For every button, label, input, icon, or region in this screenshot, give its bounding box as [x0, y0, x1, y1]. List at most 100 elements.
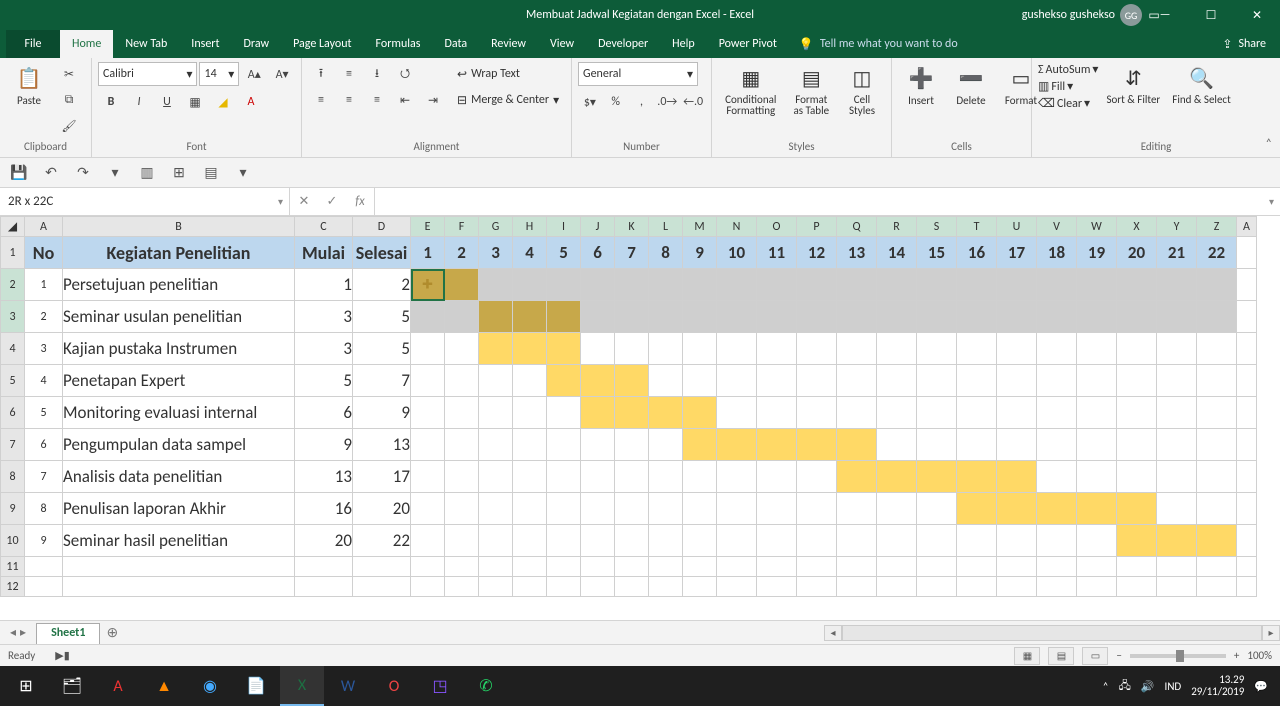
- cell[interactable]: [353, 577, 411, 597]
- column-header[interactable]: I: [547, 217, 581, 237]
- cell[interactable]: [445, 557, 479, 577]
- cell[interactable]: [445, 577, 479, 597]
- cell[interactable]: [615, 333, 649, 365]
- chevron-down-icon[interactable]: ▾: [278, 195, 283, 208]
- cell[interactable]: [295, 577, 353, 597]
- minimize-button[interactable]: —: [1142, 0, 1188, 30]
- zoom-slider[interactable]: [1130, 654, 1226, 658]
- align-right-button[interactable]: ≡: [364, 88, 390, 112]
- cell[interactable]: [581, 365, 615, 397]
- cell[interactable]: [877, 429, 917, 461]
- cell[interactable]: [1237, 333, 1257, 365]
- cell[interactable]: [649, 333, 683, 365]
- cell[interactable]: [649, 397, 683, 429]
- cell[interactable]: [717, 461, 757, 493]
- cell[interactable]: [917, 365, 957, 397]
- cell[interactable]: [513, 493, 547, 525]
- cell[interactable]: [837, 557, 877, 577]
- cell[interactable]: [717, 365, 757, 397]
- cell[interactable]: [997, 269, 1037, 301]
- page-layout-view-button[interactable]: ▤: [1048, 647, 1074, 665]
- cell[interactable]: Pengumpulan data sampel: [63, 429, 295, 461]
- cell[interactable]: [1117, 577, 1157, 597]
- cell[interactable]: [63, 577, 295, 597]
- cell[interactable]: [411, 301, 445, 333]
- sheet-tab[interactable]: Sheet1: [36, 623, 100, 644]
- action-center-icon[interactable]: 💬: [1254, 680, 1268, 693]
- cell[interactable]: [997, 429, 1037, 461]
- cell[interactable]: [1157, 301, 1197, 333]
- cell[interactable]: [1157, 557, 1197, 577]
- cell[interactable]: [997, 397, 1037, 429]
- cut-button[interactable]: ✂: [56, 62, 82, 86]
- cell[interactable]: [877, 577, 917, 597]
- tray-volume-icon[interactable]: 🔊: [1141, 680, 1155, 693]
- cell[interactable]: [615, 301, 649, 333]
- cell[interactable]: [547, 301, 581, 333]
- delete-cells-button[interactable]: ➖Delete: [948, 62, 994, 140]
- cell[interactable]: [917, 269, 957, 301]
- cell[interactable]: [445, 525, 479, 557]
- cell[interactable]: 8: [649, 237, 683, 269]
- tab-data[interactable]: Data: [432, 30, 479, 58]
- cell[interactable]: [615, 557, 649, 577]
- insert-cells-button[interactable]: ➕Insert: [898, 62, 944, 140]
- cell[interactable]: [1077, 429, 1117, 461]
- cell[interactable]: [581, 429, 615, 461]
- clear-button[interactable]: ⌫Clear▾: [1038, 96, 1098, 111]
- cell[interactable]: [1237, 493, 1257, 525]
- cell[interactable]: [581, 333, 615, 365]
- cell[interactable]: [649, 525, 683, 557]
- cell[interactable]: [797, 557, 837, 577]
- cell[interactable]: [1237, 269, 1257, 301]
- cell[interactable]: [411, 461, 445, 493]
- cell[interactable]: [445, 269, 479, 301]
- cell[interactable]: [513, 525, 547, 557]
- align-top-button[interactable]: ⭱: [308, 62, 334, 86]
- cell[interactable]: 1: [295, 269, 353, 301]
- cell[interactable]: [997, 333, 1037, 365]
- cell[interactable]: [1197, 333, 1237, 365]
- cell[interactable]: [547, 557, 581, 577]
- cell[interactable]: [757, 301, 797, 333]
- cell[interactable]: [797, 269, 837, 301]
- format-as-table-button[interactable]: ▤Format as Table: [788, 62, 835, 140]
- cell[interactable]: [837, 493, 877, 525]
- column-header[interactable]: Y: [1157, 217, 1197, 237]
- maximize-button[interactable]: ☐: [1188, 0, 1234, 30]
- cell[interactable]: [513, 429, 547, 461]
- orientation-button[interactable]: ⭯: [392, 62, 418, 86]
- align-middle-button[interactable]: ≡: [336, 62, 362, 86]
- save-button[interactable]: 💾: [8, 162, 30, 184]
- close-button[interactable]: ✕: [1234, 0, 1280, 30]
- cell[interactable]: [1037, 493, 1077, 525]
- tab-file[interactable]: File: [6, 30, 60, 58]
- tab-view[interactable]: View: [538, 30, 586, 58]
- row-header[interactable]: 10: [1, 525, 25, 557]
- cell[interactable]: Penulisan laporan Akhir: [63, 493, 295, 525]
- cell[interactable]: Kegiatan Penelitian: [63, 237, 295, 269]
- cell[interactable]: 13: [353, 429, 411, 461]
- font-size-combo[interactable]: 14▾: [199, 62, 239, 86]
- cell[interactable]: [1117, 557, 1157, 577]
- hscroll-track[interactable]: [842, 625, 1262, 641]
- name-box[interactable]: ▾: [0, 188, 290, 215]
- column-header[interactable]: L: [649, 217, 683, 237]
- cell[interactable]: [1237, 525, 1257, 557]
- cell[interactable]: [797, 577, 837, 597]
- cell[interactable]: [957, 493, 997, 525]
- cell[interactable]: [797, 429, 837, 461]
- cell[interactable]: [797, 493, 837, 525]
- cell[interactable]: [1117, 397, 1157, 429]
- cell[interactable]: [1197, 397, 1237, 429]
- cell[interactable]: [757, 333, 797, 365]
- cell[interactable]: [1077, 577, 1117, 597]
- share-button[interactable]: ⇪ Share: [1222, 30, 1266, 58]
- formula-input[interactable]: ▾: [375, 188, 1280, 215]
- sheet-nav-prev[interactable]: ◂: [10, 625, 16, 640]
- cell[interactable]: [1157, 493, 1197, 525]
- column-header[interactable]: R: [877, 217, 917, 237]
- cell[interactable]: [649, 269, 683, 301]
- cell[interactable]: 5: [353, 333, 411, 365]
- cell[interactable]: 22: [353, 525, 411, 557]
